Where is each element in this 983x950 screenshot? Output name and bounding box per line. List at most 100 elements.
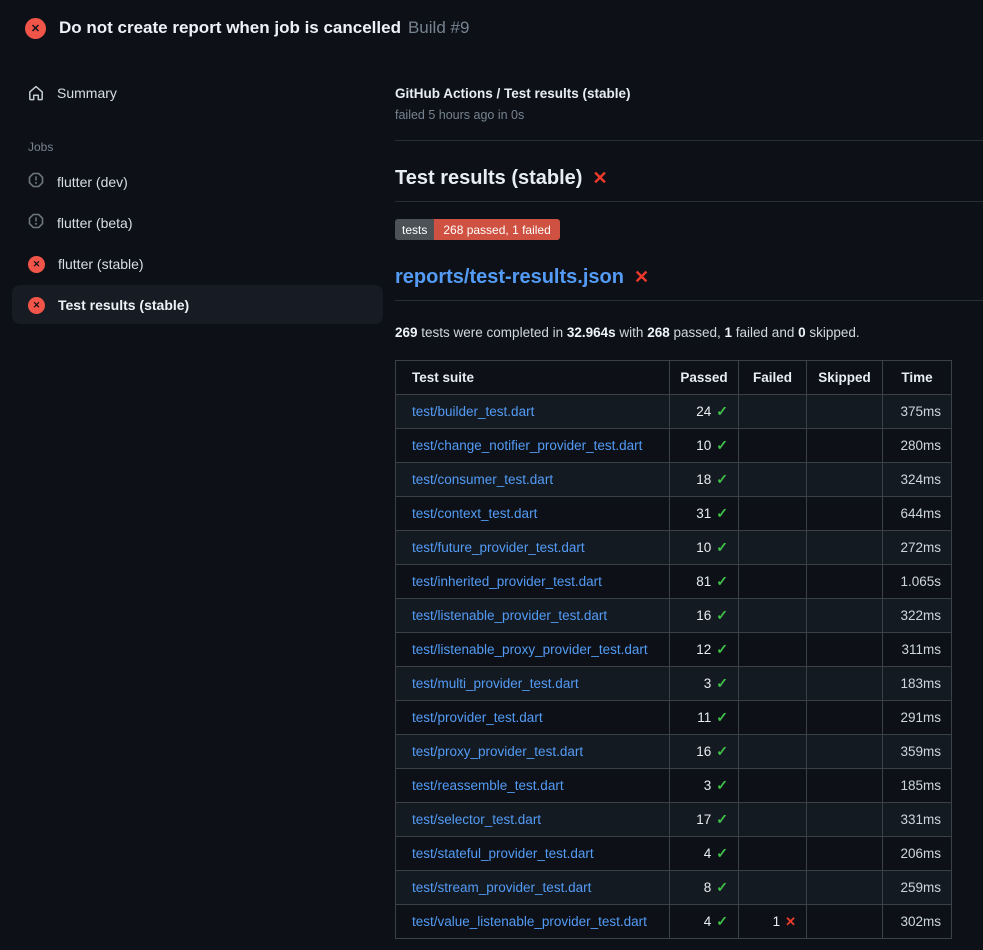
time-cell: 311ms	[883, 633, 952, 667]
check-icon	[716, 471, 728, 487]
check-icon	[716, 811, 728, 827]
stop-icon	[28, 172, 44, 191]
suite-link[interactable]: test/consumer_test.dart	[412, 472, 553, 487]
table-row: test/listenable_proxy_provider_test.dart…	[396, 633, 952, 667]
passed-cell: 81	[670, 565, 739, 599]
skipped-cell	[807, 633, 883, 667]
suite-cell: test/proxy_provider_test.dart	[396, 735, 670, 769]
summary-line: 269 tests were completed in 32.964s with…	[395, 325, 983, 340]
suite-link[interactable]: test/proxy_provider_test.dart	[412, 744, 583, 759]
passed-cell: 31	[670, 497, 739, 531]
sidebar-job-item[interactable]: Test results (stable)	[12, 285, 383, 324]
divider	[395, 140, 983, 141]
suite-link[interactable]: test/provider_test.dart	[412, 710, 543, 725]
time-cell: 331ms	[883, 803, 952, 837]
breadcrumb: GitHub Actions / Test results (stable)	[395, 86, 983, 101]
check-icon	[716, 709, 728, 725]
table-row: test/value_listenable_provider_test.dart…	[396, 905, 952, 939]
fail-x-icon	[634, 267, 649, 288]
failed-cell	[739, 735, 807, 769]
suite-cell: test/reassemble_test.dart	[396, 769, 670, 803]
main-content: GitHub Actions / Test results (stable) f…	[395, 56, 983, 939]
sidebar-item-summary[interactable]: Summary	[12, 76, 383, 110]
passed-cell: 10	[670, 531, 739, 565]
table-row: test/reassemble_test.dart 3 185ms	[396, 769, 952, 803]
table-row: test/builder_test.dart24375ms	[396, 395, 952, 429]
time-cell: 302ms	[883, 905, 952, 939]
skipped-cell	[807, 701, 883, 735]
check-icon	[716, 641, 728, 657]
job-label: Test results (stable)	[58, 297, 189, 313]
suite-link[interactable]: test/stream_provider_test.dart	[412, 880, 591, 895]
suite-cell: test/future_provider_test.dart	[396, 531, 670, 565]
sidebar-job-item[interactable]: flutter (beta)	[12, 203, 383, 242]
suite-link[interactable]: test/inherited_provider_test.dart	[412, 574, 602, 589]
failed-cell	[739, 497, 807, 531]
failed-cell	[739, 667, 807, 701]
table-row: test/provider_test.dart 11 291ms	[396, 701, 952, 735]
skipped-cell	[807, 769, 883, 803]
suite-link[interactable]: test/reassemble_test.dart	[412, 778, 564, 793]
col-header-time: Time	[883, 361, 952, 395]
suite-link[interactable]: test/value_listenable_provider_test.dart	[412, 914, 647, 929]
suite-link[interactable]: test/context_test.dart	[412, 506, 537, 521]
report-link[interactable]: reports/test-results.json	[395, 266, 624, 289]
suite-link[interactable]: test/listenable_proxy_provider_test.dart	[412, 642, 648, 657]
time-cell: 183ms	[883, 667, 952, 701]
suite-cell: test/inherited_provider_test.dart	[396, 565, 670, 599]
suite-link[interactable]: test/multi_provider_test.dart	[412, 676, 579, 691]
suite-link[interactable]: test/stateful_provider_test.dart	[412, 846, 594, 861]
badge-label: tests	[395, 219, 434, 240]
time-cell: 185ms	[883, 769, 952, 803]
failed-cell	[739, 633, 807, 667]
suite-link[interactable]: test/listenable_provider_test.dart	[412, 608, 607, 623]
skipped-cell	[807, 429, 883, 463]
suite-cell: test/stateful_provider_test.dart	[396, 837, 670, 871]
suite-cell: test/listenable_proxy_provider_test.dart	[396, 633, 670, 667]
failed-cell	[739, 565, 807, 599]
suite-cell: test/consumer_test.dart	[396, 463, 670, 497]
skipped-cell	[807, 531, 883, 565]
table-header-row: Test suite Passed Failed Skipped Time	[396, 361, 952, 395]
table-row: test/change_notifier_provider_test.dart1…	[396, 429, 952, 463]
skipped-cell	[807, 667, 883, 701]
table-row: test/stream_provider_test.dart8259ms	[396, 871, 952, 905]
sidebar-job-item[interactable]: flutter (dev)	[12, 162, 383, 201]
suite-cell: test/stream_provider_test.dart	[396, 871, 670, 905]
check-icon	[716, 913, 728, 929]
failed-cell	[739, 531, 807, 565]
col-header-skipped: Skipped	[807, 361, 883, 395]
time-cell: 291ms	[883, 701, 952, 735]
failed-cell	[739, 803, 807, 837]
check-icon	[716, 573, 728, 589]
x-circle-fill-icon	[28, 295, 45, 314]
suite-link[interactable]: test/selector_test.dart	[412, 812, 541, 827]
failed-cell	[739, 463, 807, 497]
suite-cell: test/value_listenable_provider_test.dart	[396, 905, 670, 939]
passed-cell: 11	[670, 701, 739, 735]
suite-cell: test/selector_test.dart	[396, 803, 670, 837]
failed-cell	[739, 701, 807, 735]
table-row: test/context_test.dart 31 644ms	[396, 497, 952, 531]
titlebar: Do not create report when job is cancell…	[0, 0, 983, 56]
passed-cell: 3	[670, 769, 739, 803]
x-icon	[785, 914, 796, 929]
tests-badge: tests 268 passed, 1 failed	[395, 219, 560, 240]
time-cell: 259ms	[883, 871, 952, 905]
sidebar-job-item[interactable]: flutter (stable)	[12, 244, 383, 283]
check-icon	[716, 879, 728, 895]
suite-link[interactable]: test/change_notifier_provider_test.dart	[412, 438, 642, 453]
passed-cell: 12	[670, 633, 739, 667]
suite-link[interactable]: test/builder_test.dart	[412, 404, 534, 419]
table-row: test/selector_test.dart17331ms	[396, 803, 952, 837]
passed-cell: 16	[670, 599, 739, 633]
run-title: Do not create report when job is cancell…	[59, 18, 401, 38]
suite-link[interactable]: test/future_provider_test.dart	[412, 540, 585, 555]
time-cell: 644ms	[883, 497, 952, 531]
passed-cell: 4	[670, 837, 739, 871]
time-cell: 359ms	[883, 735, 952, 769]
jobs-list: flutter (dev)flutter (beta)flutter (stab…	[0, 162, 395, 324]
test-results-table: Test suite Passed Failed Skipped Time te…	[395, 360, 952, 939]
col-header-test-suite: Test suite	[396, 361, 670, 395]
skipped-cell	[807, 871, 883, 905]
